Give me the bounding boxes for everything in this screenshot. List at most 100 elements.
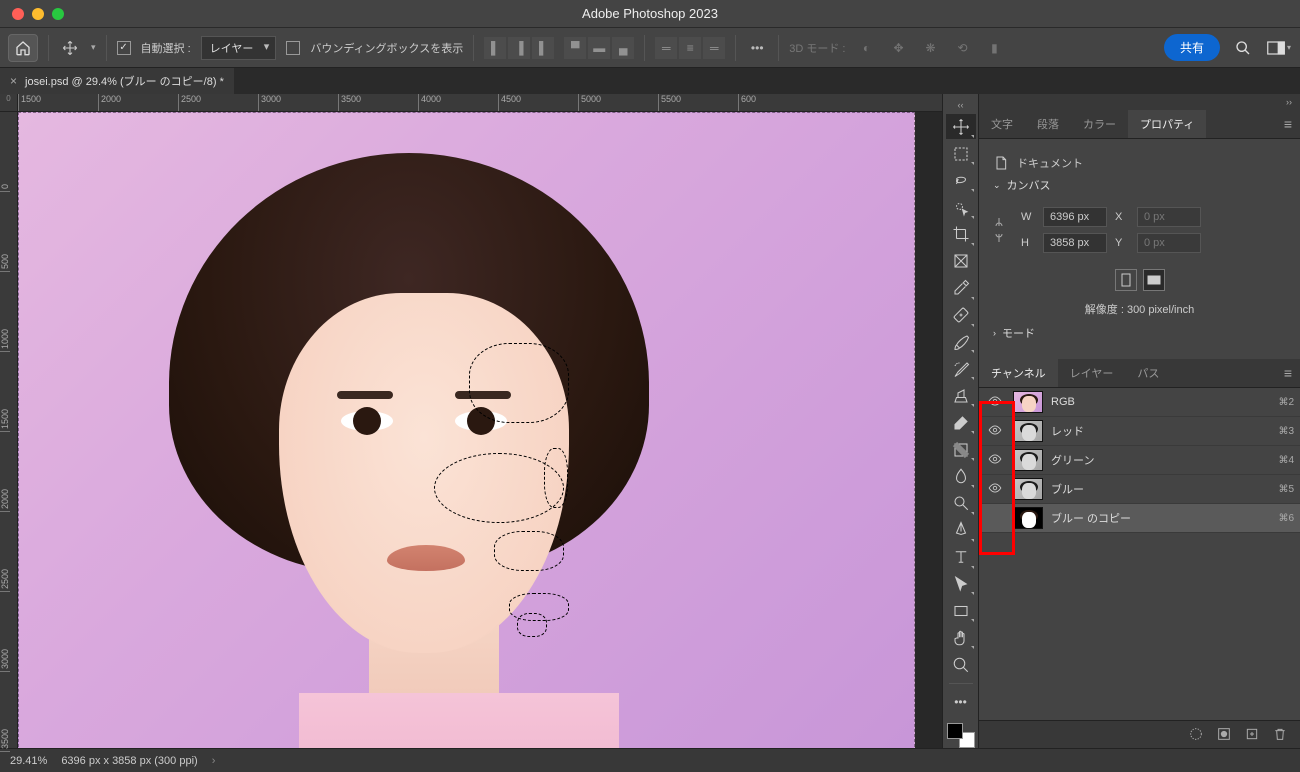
channel-thumbnail[interactable] bbox=[1013, 507, 1043, 529]
load-selection-button[interactable] bbox=[1188, 726, 1206, 744]
home-button[interactable] bbox=[8, 34, 38, 62]
align-left-button[interactable]: ▌ bbox=[484, 37, 506, 59]
healing-tool[interactable] bbox=[946, 303, 976, 328]
frame-tool[interactable] bbox=[946, 249, 976, 274]
channels-menu-button[interactable]: ≡ bbox=[1276, 365, 1300, 381]
share-button[interactable]: 共有 bbox=[1164, 34, 1220, 61]
distribute-bottom-button[interactable]: ═ bbox=[703, 37, 725, 59]
new-channel-button[interactable] bbox=[1244, 726, 1262, 744]
dodge-tool[interactable] bbox=[946, 491, 976, 516]
bounding-box-checkbox[interactable] bbox=[286, 41, 300, 55]
clone-stamp-tool[interactable] bbox=[946, 383, 976, 408]
channel-row[interactable]: RGB⌘2 bbox=[979, 388, 1300, 417]
zoom-level[interactable]: 29.41% bbox=[10, 755, 47, 767]
pen-tool[interactable] bbox=[946, 518, 976, 543]
panel-menu-button[interactable]: ≡ bbox=[1276, 116, 1300, 132]
channel-thumbnail[interactable] bbox=[1013, 449, 1043, 471]
crop-tool[interactable] bbox=[946, 222, 976, 247]
close-window-button[interactable] bbox=[12, 8, 24, 20]
annotation-red-box bbox=[979, 401, 1015, 555]
channel-shortcut: ⌘4 bbox=[1278, 455, 1294, 466]
canvas-height-input[interactable]: 3858 px bbox=[1043, 233, 1107, 253]
status-bar: 29.41% 6396 px x 3858 px (300 ppi) › bbox=[0, 748, 1300, 772]
align-right-button[interactable]: ▌ bbox=[532, 37, 554, 59]
canvas-section-header[interactable]: ⌄ カンバス bbox=[993, 177, 1286, 193]
edit-toolbar-button[interactable]: ••• bbox=[946, 690, 976, 715]
more-options-button[interactable]: ••• bbox=[746, 37, 768, 59]
orientation-portrait-button[interactable] bbox=[1115, 269, 1137, 291]
channel-thumbnail[interactable] bbox=[1013, 391, 1043, 413]
link-dimensions-icon[interactable] bbox=[993, 216, 1007, 244]
distribute-vcenter-button[interactable]: ≡ bbox=[679, 37, 701, 59]
resolution-label: 解像度 : 300 pixel/inch bbox=[993, 301, 1286, 317]
document-icon bbox=[993, 155, 1009, 171]
channel-row[interactable]: レッド⌘3 bbox=[979, 417, 1300, 446]
channel-shortcut: ⌘5 bbox=[1278, 484, 1294, 495]
type-tool[interactable] bbox=[946, 545, 976, 570]
zoom-window-button[interactable] bbox=[52, 8, 64, 20]
gradient-tool[interactable] bbox=[946, 437, 976, 462]
auto-select-checkbox[interactable]: ✓ bbox=[117, 41, 131, 55]
channel-name: グリーン bbox=[1051, 452, 1270, 468]
channel-thumbnail[interactable] bbox=[1013, 420, 1043, 442]
zoom-tool[interactable] bbox=[946, 652, 976, 677]
bottom-panel-tabs: チャンネルレイヤーパス ≡ bbox=[979, 359, 1300, 388]
delete-channel-button[interactable] bbox=[1272, 726, 1290, 744]
document-tab[interactable]: × josei.psd @ 29.4% (ブルー のコピー/8) * bbox=[0, 68, 234, 94]
blur-tool[interactable] bbox=[946, 464, 976, 489]
align-top-button[interactable]: ▀ bbox=[564, 37, 586, 59]
eyedropper-tool[interactable] bbox=[946, 276, 976, 301]
channel-shortcut: ⌘6 bbox=[1278, 513, 1294, 524]
title-bar: Adobe Photoshop 2023 bbox=[0, 0, 1300, 28]
channel-row[interactable]: ブルー⌘5 bbox=[979, 475, 1300, 504]
panel-tab-段落[interactable]: 段落 bbox=[1025, 110, 1071, 138]
auto-select-dropdown[interactable]: レイヤー bbox=[201, 36, 277, 60]
top-panel-tabs: 文字段落カラープロパティ ≡ bbox=[979, 110, 1300, 139]
align-buttons: ▌ ▐ ▌ bbox=[484, 37, 554, 59]
hand-tool[interactable] bbox=[946, 625, 976, 650]
panel-tab-文字[interactable]: 文字 bbox=[979, 110, 1025, 138]
channel-row[interactable]: ブルー のコピー⌘6 bbox=[979, 504, 1300, 533]
channel-thumbnail[interactable] bbox=[1013, 478, 1043, 500]
options-bar: ▾ ✓ 自動選択 : レイヤー バウンディングボックスを表示 ▌ ▐ ▌ ▀ ▬… bbox=[0, 28, 1300, 68]
align-bottom-button[interactable]: ▄ bbox=[612, 37, 634, 59]
tool-dropdown-icon[interactable]: ▾ bbox=[91, 42, 96, 53]
lasso-tool[interactable] bbox=[946, 168, 976, 193]
move-tool[interactable] bbox=[946, 114, 976, 139]
align-hcenter-button[interactable]: ▐ bbox=[508, 37, 530, 59]
workspace-button[interactable]: ▾ bbox=[1266, 35, 1292, 61]
mode-section-header[interactable]: › モード bbox=[993, 325, 1286, 341]
panel-tab-プロパティ[interactable]: プロパティ bbox=[1128, 110, 1206, 138]
vertical-ruler[interactable]: 0500100015002000250030003500 bbox=[0, 112, 18, 748]
save-selection-button[interactable] bbox=[1216, 726, 1234, 744]
right-panels: ›› 文字段落カラープロパティ≡ ドキュメント ⌄ カンバス W 6396 px bbox=[978, 94, 1300, 748]
quick-select-tool[interactable] bbox=[946, 195, 976, 220]
panel-tab-パス[interactable]: パス bbox=[1125, 359, 1171, 387]
distribute-top-button[interactable]: ═ bbox=[655, 37, 677, 59]
panel-tab-レイヤー[interactable]: レイヤー bbox=[1058, 359, 1126, 387]
minimize-window-button[interactable] bbox=[32, 8, 44, 20]
collapse-tools-button[interactable]: ‹‹ bbox=[958, 100, 964, 112]
path-select-tool[interactable] bbox=[946, 572, 976, 597]
eraser-tool[interactable] bbox=[946, 410, 976, 435]
brush-tool[interactable] bbox=[946, 330, 976, 355]
horizontal-ruler[interactable]: 150020002500300035004000450050005500600 bbox=[18, 94, 942, 112]
color-swatches[interactable] bbox=[947, 723, 975, 748]
align-vcenter-button[interactable]: ▬ bbox=[588, 37, 610, 59]
document-dimensions[interactable]: 6396 px x 3858 px (300 ppi) bbox=[61, 755, 197, 767]
slide-3d-icon: ⟲ bbox=[951, 37, 973, 59]
marquee-tool[interactable] bbox=[946, 141, 976, 166]
collapse-panels-button[interactable]: ›› bbox=[979, 94, 1300, 110]
panel-tab-カラー[interactable]: カラー bbox=[1071, 110, 1128, 138]
orientation-landscape-button[interactable] bbox=[1143, 269, 1165, 291]
channel-row[interactable]: グリーン ⌘4 bbox=[979, 446, 1300, 475]
foreground-color-swatch[interactable] bbox=[947, 723, 963, 739]
ruler-origin[interactable]: 0 bbox=[0, 94, 18, 112]
canvas-width-input[interactable]: 6396 px bbox=[1043, 207, 1107, 227]
document-canvas[interactable] bbox=[18, 112, 942, 748]
history-brush-tool[interactable] bbox=[946, 356, 976, 381]
search-button[interactable] bbox=[1230, 35, 1256, 61]
close-tab-button[interactable]: × bbox=[10, 74, 17, 88]
rectangle-tool[interactable] bbox=[946, 598, 976, 623]
panel-tab-チャンネル[interactable]: チャンネル bbox=[979, 359, 1058, 387]
